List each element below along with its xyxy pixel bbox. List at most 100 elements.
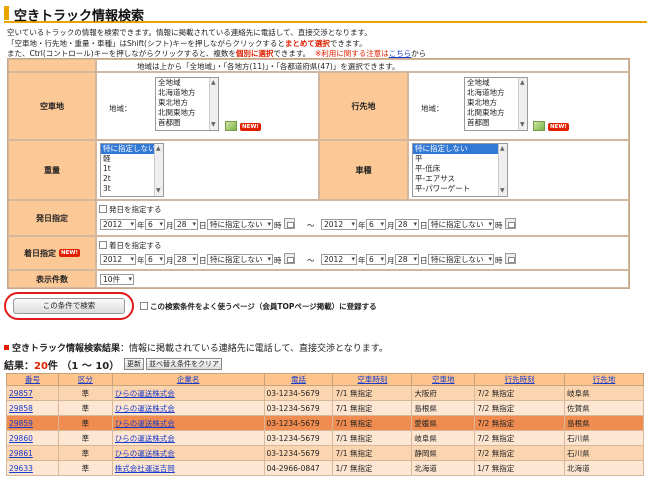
company-link[interactable]: ひらの運送株式会: [115, 449, 175, 458]
vehicle-list[interactable]: 特に指定しない 平 平-低床 平-エアサス 平-パワーゲート: [412, 143, 508, 197]
destination-cell: 地域： 全地域 北海道地方 東北地方 北関東地方 首都圏 NEW!: [408, 72, 629, 140]
result-number-link[interactable]: 29859: [9, 419, 33, 428]
table-row: 29859 準 ひらの運送株式会 03-1234-5679 7/1 無指定 愛媛…: [6, 415, 644, 431]
map-icon[interactable]: [225, 121, 237, 131]
destination-region-list[interactable]: 全地域 北海道地方 東北地方 北関東地方 首都圏: [464, 77, 528, 131]
arrival-from-month[interactable]: 6: [145, 254, 165, 265]
list-scrollbar[interactable]: [209, 78, 218, 130]
list-option[interactable]: 平-パワーゲート: [413, 184, 507, 194]
clear-sort-button[interactable]: 並べ替え条件をクリア: [146, 358, 222, 370]
departure-from-time[interactable]: 特に指定しない: [207, 219, 273, 230]
arrival-checkbox-label: 着日を指定する: [109, 241, 162, 250]
company-link[interactable]: 株式会社運送吉岡: [115, 464, 175, 473]
departure-label: 発日指定: [8, 200, 96, 236]
company-link[interactable]: ひらの運送株式会: [115, 419, 175, 428]
result-number-link[interactable]: 29857: [9, 389, 33, 398]
arrival-to-time[interactable]: 特に指定しない: [428, 254, 494, 265]
origin-region-list[interactable]: 全地域 北海道地方 東北地方 北関東地方 首都圏: [155, 77, 219, 131]
save-condition-checkbox[interactable]: [140, 302, 148, 310]
region-note: 地域は上から「全地域」・「各地方(11)」・「各都道府県(47)」を選択できます…: [137, 62, 400, 71]
sort-header-category[interactable]: 区分: [57, 373, 113, 386]
weight-label: 重量: [8, 140, 96, 200]
count-cell: 10件: [96, 270, 629, 288]
departure-to-year[interactable]: 2012: [321, 219, 357, 230]
calendar-icon[interactable]: [284, 218, 295, 229]
table-row: 29858 準 ひらの運送株式会 03-1234-5679 7/1 無指定 島根…: [6, 400, 644, 416]
list-option[interactable]: 平: [413, 154, 507, 164]
display-count-select[interactable]: 10件: [100, 274, 134, 285]
destination-label: 行先地: [319, 72, 408, 140]
sort-header-number[interactable]: 番号: [6, 373, 59, 386]
save-condition-label: この検索条件をよく使うページ（会員TOPページ掲載）に登録する: [150, 302, 377, 311]
arrival-to-day[interactable]: 28: [395, 254, 419, 265]
map-icon[interactable]: [533, 121, 545, 131]
title-marker: [4, 345, 9, 350]
count-label: 表示件数: [8, 270, 96, 288]
search-button-highlight: この条件で検索: [4, 292, 134, 320]
departure-from-year[interactable]: 2012: [100, 219, 136, 230]
arrival-to-month[interactable]: 6: [366, 254, 386, 265]
weight-list[interactable]: 特に指定しない 軽 1t 2t 3t: [100, 143, 164, 197]
new-badge: NEW!: [548, 123, 569, 131]
origin-sub-label: 地域：: [109, 104, 132, 113]
calendar-icon[interactable]: [284, 253, 295, 264]
page-title: 空きトラック情報検索: [14, 9, 145, 24]
departure-checkbox-label: 発日を指定する: [109, 205, 162, 214]
sort-header-phone[interactable]: 電話: [263, 373, 334, 386]
calendar-icon[interactable]: [505, 218, 516, 229]
arrival-checkbox[interactable]: [99, 241, 107, 249]
refresh-button[interactable]: 更新: [124, 358, 144, 370]
vehicle-label: 車種: [319, 140, 408, 200]
sort-header-empty-time[interactable]: 空車時刻: [332, 373, 413, 386]
calendar-icon[interactable]: [505, 253, 516, 264]
search-form: 地域は上から「全地域」・「各地方(11)」・「各都道府県(47)」を選択できます…: [7, 58, 630, 289]
departure-to-month[interactable]: 6: [366, 219, 386, 230]
arrival-label-cell: 着日指定 NEW!: [8, 236, 96, 270]
arrival-label: 着日指定: [24, 248, 57, 258]
table-row: 29633 準 株式会社運送吉岡 04-2966-0847 1/7 無指定 北海…: [6, 460, 644, 476]
list-option[interactable]: 特に指定しない: [413, 144, 507, 154]
arrival-from-year[interactable]: 2012: [100, 254, 136, 265]
result-number-link[interactable]: 29860: [9, 434, 33, 443]
arrival-from-day[interactable]: 28: [174, 254, 198, 265]
results-count: 結果：20件 （1 ～ 10）: [4, 361, 120, 372]
origin-label: 空車地: [8, 72, 96, 140]
sort-header-company[interactable]: 企業名: [111, 373, 265, 386]
list-option[interactable]: 平-エアサス: [413, 174, 507, 184]
table-row: 29861 準 ひらの運送株式会 03-1234-5679 7/1 無指定 静岡…: [6, 445, 644, 461]
departure-from-day[interactable]: 28: [174, 219, 198, 230]
sort-header-empty-location[interactable]: 空車地: [411, 373, 476, 386]
list-option[interactable]: 平-低床: [413, 164, 507, 174]
company-link[interactable]: ひらの運送株式会: [115, 389, 175, 398]
table-header-row: 番号 区分 企業名 電話 空車時刻 空車地 行先時刻 行先地: [6, 373, 644, 386]
list-scrollbar[interactable]: [498, 144, 507, 196]
new-badge: NEW!: [240, 123, 261, 131]
result-number-link[interactable]: 29858: [9, 404, 33, 413]
weight-cell: 特に指定しない 軽 1t 2t 3t: [96, 140, 319, 200]
result-number-link[interactable]: 29633: [9, 464, 33, 473]
table-row: 29857 準 ひらの運送株式会 03-1234-5679 7/1 無指定 大阪…: [6, 385, 644, 401]
sort-header-destination-time[interactable]: 行先時刻: [474, 373, 566, 386]
company-link[interactable]: ひらの運送株式会: [115, 404, 175, 413]
origin-cell: 地域： 全地域 北海道地方 東北地方 北関東地方 首都圏 NEW!: [96, 72, 319, 140]
title-marker: [4, 6, 9, 20]
departure-checkbox[interactable]: [99, 205, 107, 213]
intro-line-1: 空いているトラックの情報を検索できます。情報に掲載されている連絡先に電話して、直…: [7, 28, 372, 37]
result-number-link[interactable]: 29861: [9, 449, 33, 458]
list-scrollbar[interactable]: [154, 144, 163, 196]
destination-sub-label: 地域：: [421, 104, 444, 113]
results-title: 空きトラック情報検索結果：情報に掲載されている連絡先に電話して、直接交渉となりま…: [4, 341, 388, 354]
search-button[interactable]: この条件で検索: [13, 298, 125, 314]
table-row: 29860 準 ひらの運送株式会 03-1234-5679 7/1 無指定 岐阜…: [6, 430, 644, 446]
sort-header-destination[interactable]: 行先地: [564, 373, 644, 386]
arrival-to-year[interactable]: 2012: [321, 254, 357, 265]
departure-to-time[interactable]: 特に指定しない: [428, 219, 494, 230]
departure-cell: 発日を指定する 2012 年 6 月 28 日 特に指定しない 時 ～ 2012…: [96, 200, 629, 236]
company-link[interactable]: ひらの運送株式会: [115, 434, 175, 443]
departure-from-month[interactable]: 6: [145, 219, 165, 230]
arrival-cell: 着日を指定する 2012 年 6 月 28 日 特に指定しない 時 ～ 2012…: [96, 236, 629, 270]
departure-to-day[interactable]: 28: [395, 219, 419, 230]
arrival-from-time[interactable]: 特に指定しない: [207, 254, 273, 265]
notes-link[interactable]: こちら: [389, 49, 412, 58]
list-scrollbar[interactable]: [518, 78, 527, 130]
